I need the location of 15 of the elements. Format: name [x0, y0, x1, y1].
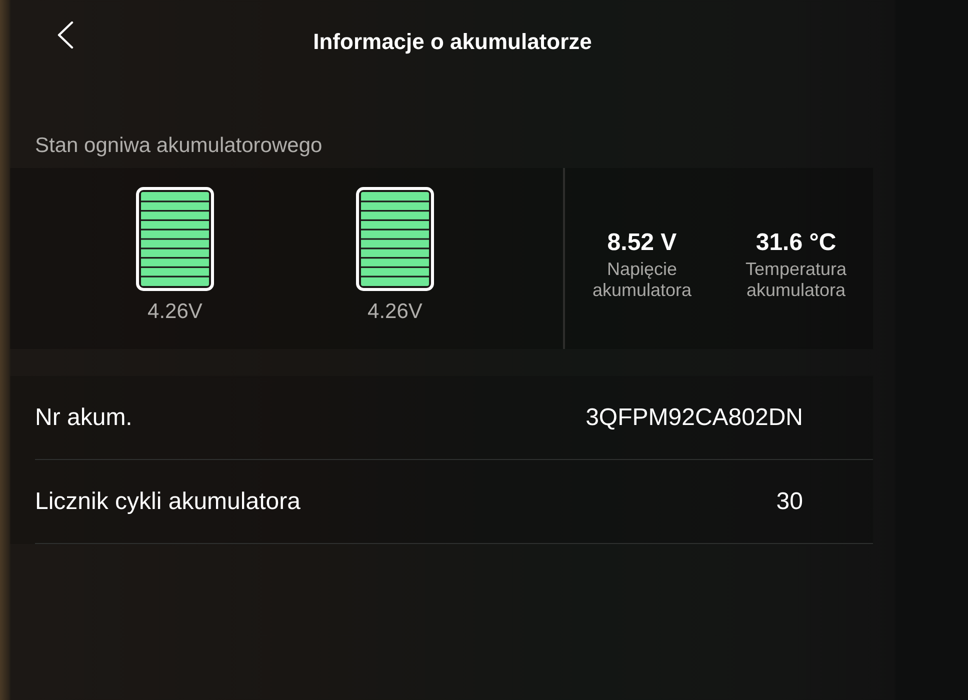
battery-cell-icon — [356, 187, 434, 291]
stat-label: Temperatura akumulatora — [744, 258, 848, 300]
chevron-left-icon — [56, 21, 74, 49]
row-value: 30 — [776, 488, 803, 516]
cell-voltage: 4.26V — [148, 300, 202, 324]
cell-voltage: 4.26V — [368, 300, 422, 324]
row-value: 3QFPM92CA802DN — [586, 404, 803, 432]
section-label: Stan ogniwa akumulatorowego — [35, 134, 322, 158]
row-label: Licznik cykli akumulatora — [35, 488, 300, 516]
battery-cell-icon — [136, 187, 214, 291]
stat-value: 8.52 V — [607, 228, 677, 256]
stat-label: Napięcie akumulatora — [591, 258, 693, 300]
page-title: Informacje o akumulatorze — [313, 29, 592, 55]
row-label: Nr akum. — [35, 404, 132, 432]
stat-value: 31.6 °C — [756, 228, 836, 256]
